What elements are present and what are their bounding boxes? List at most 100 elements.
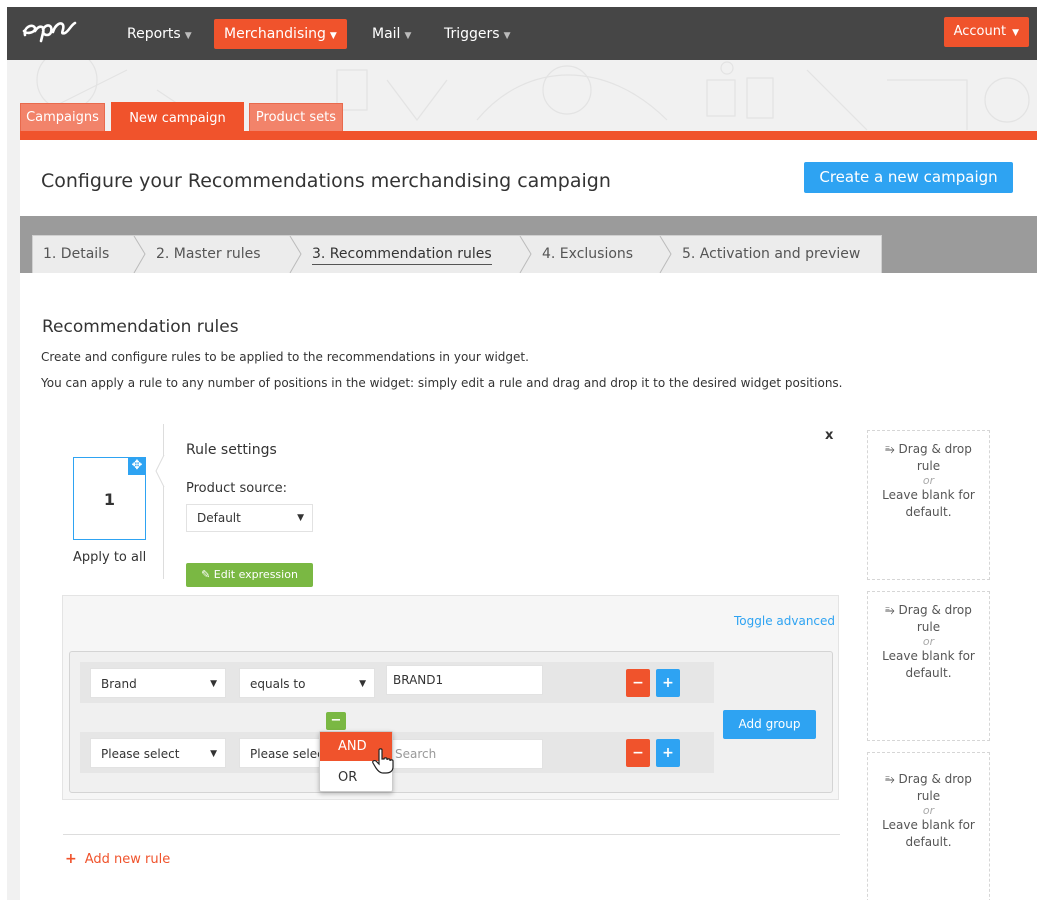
add-group-button[interactable]: Add group bbox=[723, 710, 816, 739]
tab-campaigns[interactable]: Campaigns bbox=[20, 103, 105, 132]
tab-new-campaign[interactable]: New campaign bbox=[111, 102, 244, 134]
product-source-label: Product source: bbox=[186, 481, 288, 496]
epi-logo[interactable] bbox=[19, 15, 81, 49]
nav-reports[interactable]: Reports ▼ bbox=[117, 19, 202, 49]
remove-condition-button[interactable]: − bbox=[626, 739, 650, 767]
condition-row: Please select ▼ Please select Search − + bbox=[80, 732, 714, 773]
page-title: Configure your Recommendations merchandi… bbox=[41, 170, 611, 192]
field-select-value: Brand bbox=[101, 677, 137, 691]
drop-zone-line4: default. bbox=[905, 835, 952, 849]
drop-zone-line2: rule bbox=[916, 459, 941, 473]
pointer-arrow bbox=[155, 455, 165, 487]
drop-zone-line1: ⥱ Drag & drop bbox=[868, 771, 989, 788]
remove-condition-button[interactable]: − bbox=[626, 669, 650, 697]
tab-product-sets[interactable]: Product sets bbox=[249, 103, 343, 132]
step-details[interactable]: 1. Details bbox=[33, 236, 109, 273]
step-recommendation-rules-label: 3. Recommendation rules bbox=[312, 246, 492, 265]
nav-reports-label: Reports bbox=[127, 26, 181, 42]
product-source-select[interactable]: Default ▼ bbox=[186, 504, 313, 532]
drop-zone-or: or bbox=[922, 804, 935, 817]
section-instructions: You can apply a rule to any number of po… bbox=[41, 376, 843, 390]
caret-down-icon: ▼ bbox=[210, 749, 217, 759]
field-select-value: Please select bbox=[101, 747, 180, 761]
add-condition-button[interactable]: + bbox=[656, 669, 680, 697]
rule-divider bbox=[163, 424, 164, 579]
caret-down-icon: ▼ bbox=[404, 31, 412, 41]
nav-merchandising[interactable]: Merchandising ▼ bbox=[214, 19, 347, 49]
pencil-icon: ✎ bbox=[201, 568, 211, 581]
step-master-rules[interactable]: 2. Master rules bbox=[146, 236, 261, 273]
nav-triggers-label: Triggers bbox=[444, 26, 500, 42]
edit-expression-label: Edit expression bbox=[213, 568, 298, 581]
drop-zone-line4: default. bbox=[905, 666, 952, 680]
step-exclusions[interactable]: 4. Exclusions bbox=[532, 236, 633, 273]
section-description: Create and configure rules to be applied… bbox=[41, 350, 529, 364]
field-select[interactable]: Please select ▼ bbox=[90, 738, 226, 768]
drop-zone-line3: Leave blank for bbox=[882, 488, 975, 502]
plus-icon: + bbox=[65, 851, 77, 867]
chevron-right-icon bbox=[133, 236, 146, 273]
drop-zone-3[interactable]: ⥱ Drag & drop rule or Leave blank for de… bbox=[867, 752, 990, 900]
nav-mail[interactable]: Mail ▼ bbox=[362, 19, 421, 49]
product-source-value: Default bbox=[197, 511, 241, 525]
wizard-steps: 1. Details 2. Master rules 3. Recommenda… bbox=[32, 235, 882, 273]
add-new-rule-link[interactable]: + Add new rule bbox=[65, 851, 170, 867]
drop-zone-line1: ⥱ Drag & drop bbox=[868, 441, 989, 458]
main-panel: Configure your Recommendations merchandi… bbox=[20, 140, 1037, 900]
close-icon[interactable]: x bbox=[825, 428, 833, 443]
drop-zone-1[interactable]: ⥱ Drag & drop rule or Leave blank for de… bbox=[867, 430, 990, 580]
caret-down-icon: ▼ bbox=[184, 31, 192, 41]
value-input[interactable]: BRAND1 bbox=[386, 665, 543, 695]
edit-expression-button[interactable]: ✎ Edit expression bbox=[186, 563, 313, 587]
caret-down-icon: ▼ bbox=[359, 679, 366, 689]
drop-zone-line3: Leave blank for bbox=[882, 649, 975, 663]
nav-merchandising-label: Merchandising bbox=[224, 26, 326, 42]
step-details-label: 1. Details bbox=[43, 246, 110, 262]
collapse-logic-button[interactable]: − bbox=[326, 712, 346, 730]
drop-zone-line2: rule bbox=[916, 789, 941, 803]
search-input[interactable]: Search bbox=[386, 739, 543, 769]
tab-new-campaign-label: New campaign bbox=[129, 111, 226, 126]
chevron-right-icon bbox=[659, 236, 672, 273]
tab-product-sets-label: Product sets bbox=[255, 110, 337, 125]
rule-tile[interactable]: 1 ✥ bbox=[73, 457, 146, 540]
drop-zone-line1: ⥱ Drag & drop bbox=[868, 602, 989, 619]
step-activation-preview-label: 5. Activation and preview bbox=[682, 246, 861, 262]
field-select[interactable]: Brand ▼ bbox=[90, 668, 226, 698]
tab-campaigns-label: Campaigns bbox=[26, 110, 99, 125]
chevron-right-icon bbox=[289, 236, 302, 273]
rule-number: 1 bbox=[103, 490, 116, 509]
tab-underline-bar bbox=[20, 131, 1037, 140]
add-new-rule-label: Add new rule bbox=[84, 852, 171, 867]
nav-mail-label: Mail bbox=[372, 26, 401, 42]
caret-down-icon: ▼ bbox=[503, 31, 511, 41]
step-exclusions-label: 4. Exclusions bbox=[542, 246, 634, 262]
caret-down-icon: ▼ bbox=[1012, 28, 1019, 38]
drop-zone-line4: default. bbox=[905, 505, 952, 519]
steps-bar: 1. Details 2. Master rules 3. Recommenda… bbox=[20, 216, 1037, 273]
create-campaign-button[interactable]: Create a new campaign bbox=[804, 162, 1013, 193]
app-frame: Reports ▼ Merchandising ▼ Mail ▼ Triggers ▼ … bbox=[7, 7, 1037, 900]
drag-icon: ⥱ bbox=[885, 603, 895, 617]
toggle-advanced-link[interactable]: Toggle advanced bbox=[734, 614, 835, 628]
drop-zone-line2: rule bbox=[916, 620, 941, 634]
drop-zone-text: Drag & drop bbox=[898, 772, 972, 786]
rule-settings-title: Rule settings bbox=[186, 442, 277, 458]
add-condition-button[interactable]: + bbox=[656, 739, 680, 767]
operator-select[interactable]: equals to ▼ bbox=[239, 668, 375, 698]
drop-zone-text: Drag & drop bbox=[898, 442, 972, 456]
move-icon[interactable]: ✥ bbox=[128, 457, 146, 475]
caret-down-icon: ▼ bbox=[329, 31, 337, 41]
drop-zone-2[interactable]: ⥱ Drag & drop rule or Leave blank for de… bbox=[867, 591, 990, 741]
nav-triggers[interactable]: Triggers ▼ bbox=[434, 19, 521, 49]
step-activation-preview[interactable]: 5. Activation and preview bbox=[672, 236, 860, 273]
account-menu[interactable]: Account ▼ bbox=[943, 17, 1029, 47]
caret-down-icon: ▼ bbox=[210, 679, 217, 689]
account-label: Account bbox=[953, 24, 1007, 39]
drop-zone-line3: Leave blank for bbox=[882, 818, 975, 832]
step-recommendation-rules[interactable]: 3. Recommendation rules bbox=[302, 236, 492, 273]
condition-group: Brand ▼ equals to ▼ BRAND1 − + − Please … bbox=[69, 651, 833, 793]
drop-zone-text: Drag & drop bbox=[898, 603, 972, 617]
drop-zone-or: or bbox=[922, 635, 935, 648]
caret-down-icon: ▼ bbox=[297, 513, 304, 523]
